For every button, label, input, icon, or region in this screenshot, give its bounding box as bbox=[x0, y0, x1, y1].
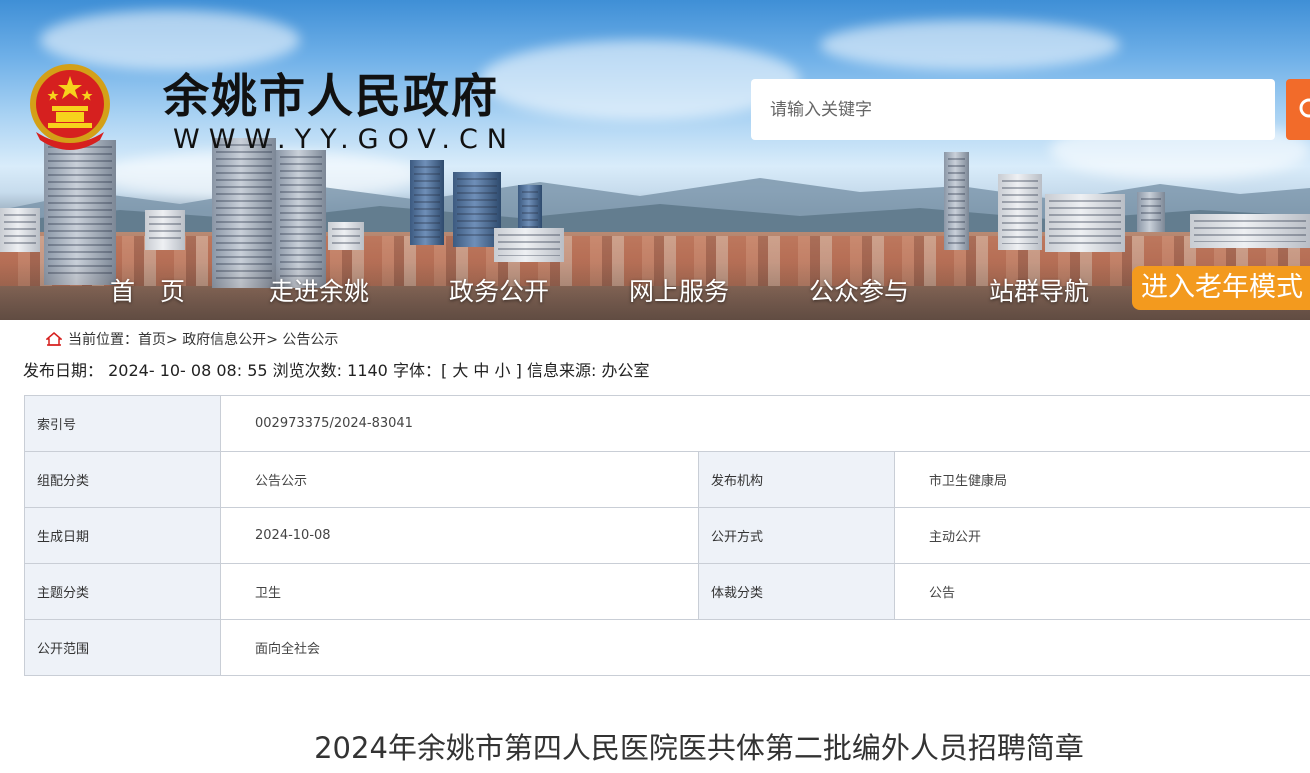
source-value: 办公室 bbox=[601, 361, 650, 380]
scope-value: 面向全社会 bbox=[220, 619, 1310, 676]
breadcrumb-home-link[interactable]: 首页 bbox=[138, 332, 166, 348]
site-title: 余姚市人民政府 bbox=[163, 69, 499, 123]
view-count: 1140 bbox=[347, 361, 388, 380]
building bbox=[944, 152, 969, 250]
table-row: 主题分类 卫生 体裁分类 公告 bbox=[24, 563, 1310, 620]
nav-item-gov-affairs[interactable]: 政务公开 bbox=[449, 272, 549, 308]
building bbox=[998, 174, 1042, 250]
site-url: WWW.YY.GOV.CN bbox=[173, 124, 516, 155]
breadcrumb-notice-link[interactable]: 公告公示 bbox=[282, 332, 338, 348]
font-size-medium-button[interactable]: 中 bbox=[473, 361, 489, 380]
font-size-small-button[interactable]: 小 bbox=[495, 361, 511, 380]
building bbox=[494, 228, 564, 262]
national-emblem-icon bbox=[30, 64, 110, 150]
created-date-value: 2024-10-08 bbox=[220, 507, 699, 564]
breadcrumb-separator: > bbox=[266, 332, 283, 348]
disclosure-method-value: 主动公开 bbox=[894, 507, 1310, 564]
search-input[interactable] bbox=[751, 79, 1275, 140]
building bbox=[0, 208, 40, 252]
nav-item-home[interactable]: 首 页 bbox=[110, 272, 185, 308]
building bbox=[1045, 194, 1125, 252]
building bbox=[145, 210, 185, 250]
home-icon bbox=[46, 332, 62, 346]
breadcrumb: 当前位置：首页> 政府信息公开> 公告公示 bbox=[46, 329, 338, 349]
table-row: 索引号 002973375/2024-83041 bbox=[24, 395, 1310, 452]
header-banner: 余姚市人民政府 WWW.YY.GOV.CN 首 页 走进余姚 政务公开 网上服务… bbox=[0, 0, 1310, 320]
index-number-value: 002973375/2024-83041 bbox=[220, 395, 1310, 452]
font-size-label: 字体： bbox=[392, 361, 441, 380]
breadcrumb-separator: > bbox=[166, 332, 183, 348]
nav-item-public-participation[interactable]: 公众参与 bbox=[809, 272, 909, 308]
category-value: 公告公示 bbox=[220, 451, 699, 508]
cloud-decoration bbox=[820, 20, 1120, 70]
source-label: 信息来源: bbox=[526, 361, 597, 380]
created-date-label: 生成日期 bbox=[24, 507, 221, 564]
building bbox=[1137, 192, 1165, 232]
publisher-value: 市卫生健康局 bbox=[894, 451, 1310, 508]
index-number-label: 索引号 bbox=[24, 395, 221, 452]
font-size-bracket-open: [ bbox=[440, 361, 448, 380]
article-meta: 发布日期： 2024- 10- 08 08: 55 浏览次数: 1140 字体：… bbox=[23, 357, 650, 381]
topic-label: 主题分类 bbox=[24, 563, 221, 620]
category-label: 组配分类 bbox=[24, 451, 221, 508]
view-count-label: 浏览次数: bbox=[272, 361, 343, 380]
font-size-large-button[interactable]: 大 bbox=[452, 361, 468, 380]
nav-item-about-yuyao[interactable]: 走进余姚 bbox=[269, 272, 369, 308]
font-size-bracket-close: ] bbox=[515, 361, 522, 380]
table-row: 公开范围 面向全社会 bbox=[24, 619, 1310, 676]
topic-value: 卫生 bbox=[220, 563, 699, 620]
disclosure-method-label: 公开方式 bbox=[698, 507, 895, 564]
building bbox=[1190, 214, 1310, 248]
search-icon bbox=[1299, 98, 1310, 118]
table-row: 生成日期 2024-10-08 公开方式 主动公开 bbox=[24, 507, 1310, 564]
nav-item-online-services[interactable]: 网上服务 bbox=[629, 272, 729, 308]
main-nav: 首 页 走进余姚 政务公开 网上服务 公众参与 站群导航 bbox=[0, 264, 1310, 314]
table-row: 组配分类 公告公示 发布机构 市卫生健康局 bbox=[24, 451, 1310, 508]
info-table: 索引号 002973375/2024-83041 组配分类 公告公示 发布机构 … bbox=[24, 395, 1310, 676]
breadcrumb-gov-info-link[interactable]: 政府信息公开 bbox=[182, 332, 266, 348]
elder-mode-button[interactable]: 进入老年模式 bbox=[1132, 266, 1310, 310]
search-box bbox=[751, 79, 1275, 140]
search-button[interactable] bbox=[1286, 79, 1310, 140]
genre-label: 体裁分类 bbox=[698, 563, 895, 620]
building bbox=[410, 160, 444, 245]
scope-label: 公开范围 bbox=[24, 619, 221, 676]
genre-value: 公告 bbox=[894, 563, 1310, 620]
publish-date: 2024- 10- 08 08: 55 bbox=[108, 361, 268, 380]
nav-item-site-navigation[interactable]: 站群导航 bbox=[989, 272, 1089, 308]
building bbox=[328, 222, 364, 250]
article-title: 2024年余姚市第四人民医院医共体第二批编外人员招聘简章 bbox=[314, 731, 1084, 765]
publish-date-label: 发布日期： bbox=[23, 361, 104, 380]
publisher-label: 发布机构 bbox=[698, 451, 895, 508]
breadcrumb-prefix: 当前位置： bbox=[68, 332, 138, 348]
